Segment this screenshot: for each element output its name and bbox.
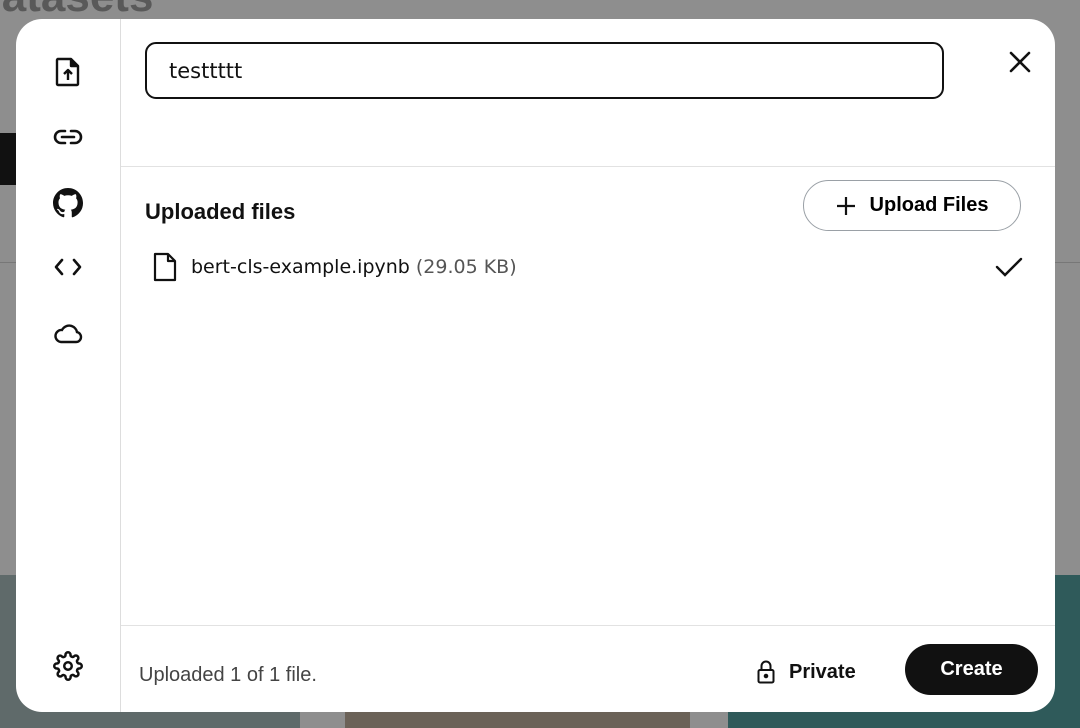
create-dataset-modal: Uploaded files Upload Files bert-cls-exa… [16,19,1055,712]
dataset-title-input[interactable] [145,42,944,99]
visibility-label: Private [789,660,856,683]
background-divider [1055,262,1080,263]
file-upload-icon[interactable] [52,56,84,88]
cloud-icon[interactable] [52,317,84,349]
section-heading: Uploaded files [145,199,296,224]
lock-icon [757,660,775,684]
uploaded-files-section: Uploaded files Upload Files bert-cls-exa… [121,167,1055,625]
modal-footer: Uploaded 1 of 1 file. Private Create [121,625,1055,712]
plus-icon [836,196,855,215]
file-size: (29.05 KB) [415,256,517,278]
close-icon[interactable] [1007,49,1033,75]
upload-files-button[interactable]: Upload Files [803,180,1021,231]
checkmark-icon [995,257,1023,277]
modal-header [121,19,1055,167]
upload-files-label: Upload Files [869,194,989,216]
gear-icon[interactable] [52,650,84,682]
link-icon[interactable] [52,121,84,153]
github-icon[interactable] [52,187,84,219]
upload-status: Uploaded 1 of 1 file. [139,664,317,686]
file-name: bert-cls-example.ipynb [191,256,410,278]
file-list-item: bert-cls-example.ipynb (29.05 KB) [153,251,1023,283]
visibility-toggle[interactable]: Private [757,652,856,692]
create-button[interactable]: Create [905,644,1038,695]
file-icon [153,252,177,282]
code-icon[interactable] [52,251,84,283]
source-sidebar [16,19,121,712]
